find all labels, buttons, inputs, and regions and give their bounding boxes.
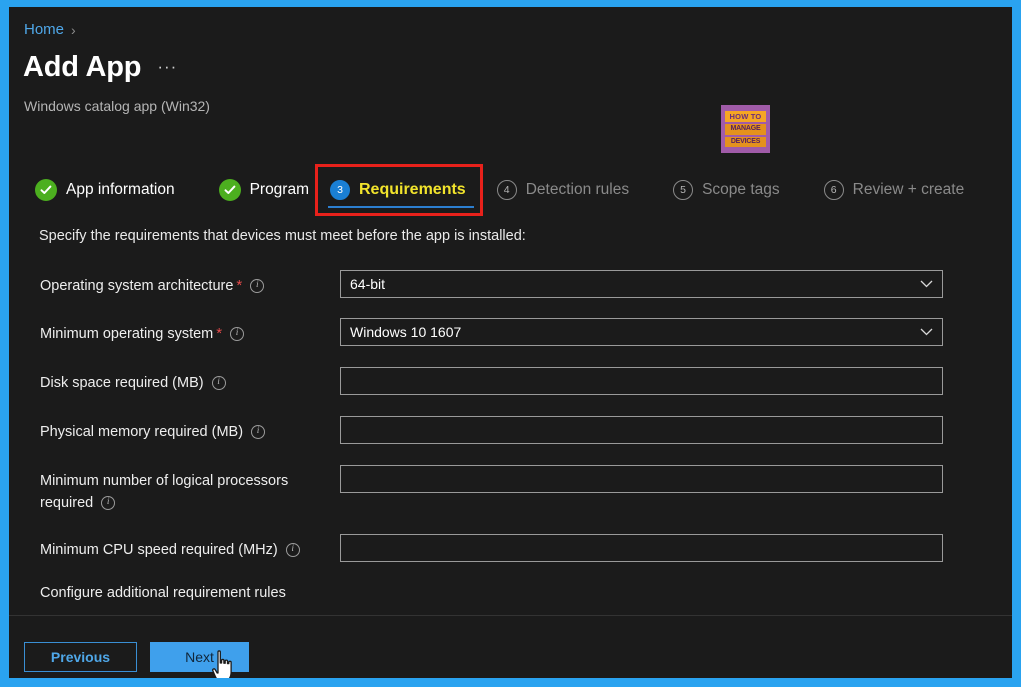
configure-additional-requirement-rules-link[interactable]: Configure additional requirement rules <box>40 585 286 601</box>
check-icon <box>218 179 241 201</box>
dropdown-value: Windows 10 1607 <box>350 324 462 340</box>
form-row-physical-memory: Physical memory required (MB) i <box>40 416 952 444</box>
active-tab-underline <box>328 205 474 208</box>
required-asterisk: * <box>216 325 223 342</box>
info-icon[interactable]: i <box>230 327 245 342</box>
tab-review-create[interactable]: 6 Review + create <box>823 167 965 213</box>
azure-portal-blade: Home › Add App ··· Windows catalog app (… <box>0 0 1021 687</box>
tab-label: Review + create <box>852 181 965 198</box>
info-icon[interactable]: i <box>211 376 226 391</box>
info-icon[interactable]: i <box>250 279 265 294</box>
tab-number-badge: 5 <box>673 180 694 200</box>
chevron-down-icon <box>920 278 933 290</box>
watermark-line-3: DEVICES <box>725 136 766 147</box>
form-intro-text: Specify the requirements that devices mu… <box>39 228 526 244</box>
label-text: Minimum CPU speed required (MHz) <box>40 542 278 558</box>
chevron-down-icon <box>920 326 933 338</box>
input-disk-space[interactable] <box>340 367 943 395</box>
tab-label: App information <box>66 181 175 198</box>
dropdown-value: 64-bit <box>350 276 386 292</box>
input-physical-memory[interactable] <box>340 416 943 444</box>
label-disk-space: Disk space required (MB) i <box>40 367 340 394</box>
info-icon[interactable]: i <box>101 496 116 511</box>
more-options-icon[interactable]: ··· <box>157 57 177 84</box>
watermark-line-1: HOW TO <box>725 111 766 122</box>
label-minimum-os: Minimum operating system * i <box>40 318 340 345</box>
input-logical-processors[interactable] <box>340 465 943 493</box>
tab-number-badge: 6 <box>823 180 844 200</box>
dropdown-os-architecture[interactable]: 64-bit <box>340 270 943 298</box>
form-row-disk-space: Disk space required (MB) i <box>40 367 952 395</box>
tab-scope-tags[interactable]: 5 Scope tags <box>673 167 780 213</box>
breadcrumb: Home › <box>24 21 76 38</box>
tab-app-information[interactable]: App information <box>35 167 175 213</box>
page-subtitle: Windows catalog app (Win32) <box>24 98 210 114</box>
page-title: Add App <box>23 51 142 83</box>
required-asterisk: * <box>236 277 243 294</box>
info-icon[interactable]: i <box>285 543 300 558</box>
label-text: Minimum number of logical processors req… <box>40 473 289 511</box>
chevron-right-icon: › <box>71 21 76 38</box>
label-os-architecture: Operating system architecture * i <box>40 270 340 297</box>
breadcrumb-home-link[interactable]: Home <box>24 21 64 38</box>
tab-label: Detection rules <box>525 181 630 198</box>
wizard-tabs: App information Program 3 Requirements 4… <box>35 164 1002 216</box>
watermark-line-2: MANAGE <box>725 124 766 135</box>
tab-label: Program <box>249 181 309 198</box>
tab-label: Requirements <box>359 181 466 198</box>
check-icon <box>35 179 57 201</box>
form-row-minimum-os: Minimum operating system * i Windows 10 16… <box>40 318 952 346</box>
tab-detection-rules[interactable]: 4 Detection rules <box>496 167 630 213</box>
tab-requirements[interactable]: 3 Requirements <box>315 164 483 216</box>
dropdown-minimum-os[interactable]: Windows 10 1607 <box>340 318 943 346</box>
label-text: Disk space required (MB) <box>40 375 204 391</box>
info-icon[interactable]: i <box>251 425 266 440</box>
label-text: Physical memory required (MB) <box>40 424 244 440</box>
label-logical-processors: Minimum number of logical processors req… <box>40 465 340 514</box>
label-text: Minimum operating system <box>40 326 214 342</box>
form-row-cpu-speed: Minimum CPU speed required (MHz) i <box>40 534 952 562</box>
footer-bar: Previous Next <box>9 616 1012 678</box>
form-row-logical-processors: Minimum number of logical processors req… <box>40 465 952 514</box>
watermark-logo: HOW TO MANAGE DEVICES <box>721 105 770 153</box>
tab-program[interactable]: Program <box>218 167 309 213</box>
form-row-os-architecture: Operating system architecture * i 64-bit <box>40 270 952 298</box>
label-cpu-speed: Minimum CPU speed required (MHz) i <box>40 534 340 561</box>
tab-number-badge: 3 <box>330 180 350 200</box>
previous-button[interactable]: Previous <box>24 642 137 672</box>
tab-number-badge: 4 <box>496 180 517 200</box>
input-cpu-speed[interactable] <box>340 534 943 562</box>
page-title-row: Add App ··· <box>23 51 177 84</box>
next-button[interactable]: Next <box>150 642 249 672</box>
label-physical-memory: Physical memory required (MB) i <box>40 416 340 443</box>
tab-label: Scope tags <box>702 181 780 198</box>
label-text: Operating system architecture <box>40 278 234 294</box>
